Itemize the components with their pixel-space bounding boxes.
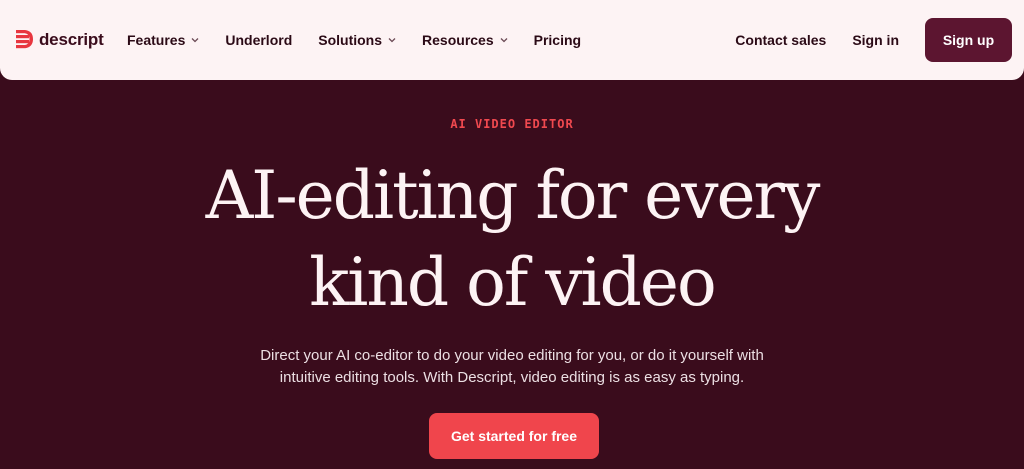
descript-logo-link[interactable]: descript	[16, 29, 104, 51]
subtext-line-1: Direct your AI co-editor to do your vide…	[260, 347, 764, 364]
nav-item-underlord[interactable]: Underlord	[225, 32, 292, 48]
nav-item-pricing[interactable]: Pricing	[534, 32, 581, 48]
nav-item-label: Resources	[422, 32, 494, 48]
headline-line-1: AI-editing for every	[205, 157, 821, 234]
top-navigation: descript Features Underlord Solutions Re…	[0, 0, 1024, 80]
nav-item-label: Underlord	[225, 32, 293, 48]
nav-item-label: Pricing	[533, 32, 582, 48]
get-started-button[interactable]: Get started for free	[429, 413, 599, 459]
subtext-line-2: intuitive editing tools. With Descript, …	[279, 369, 745, 386]
nav-actions: Contact sales Sign in Sign up	[735, 18, 1012, 62]
hero-eyebrow: AI VIDEO EDITOR	[450, 117, 574, 131]
hero-subtext: Direct your AI co-editor to do your vide…	[212, 345, 812, 389]
descript-logo-icon	[16, 30, 33, 49]
sign-in-link[interactable]: Sign in	[852, 32, 899, 48]
nav-item-label: Features	[127, 32, 186, 48]
nav-item-label: Solutions	[318, 32, 383, 48]
nav-item-solutions[interactable]: Solutions	[318, 32, 396, 48]
chevron-down-icon	[500, 38, 508, 43]
nav-item-resources[interactable]: Resources	[422, 32, 508, 48]
brand-name: descript	[39, 30, 104, 49]
chevron-down-icon	[388, 38, 396, 43]
headline-line-2: kind of video	[309, 244, 716, 321]
sign-up-button[interactable]: Sign up	[925, 18, 1012, 62]
chevron-down-icon	[191, 38, 199, 43]
main-menu: Features Underlord Solutions Resources P…	[127, 0, 607, 80]
hero-headline: AI-editing for every kind of video	[0, 152, 1024, 326]
nav-item-features[interactable]: Features	[127, 32, 199, 48]
contact-sales-link[interactable]: Contact sales	[735, 32, 826, 48]
